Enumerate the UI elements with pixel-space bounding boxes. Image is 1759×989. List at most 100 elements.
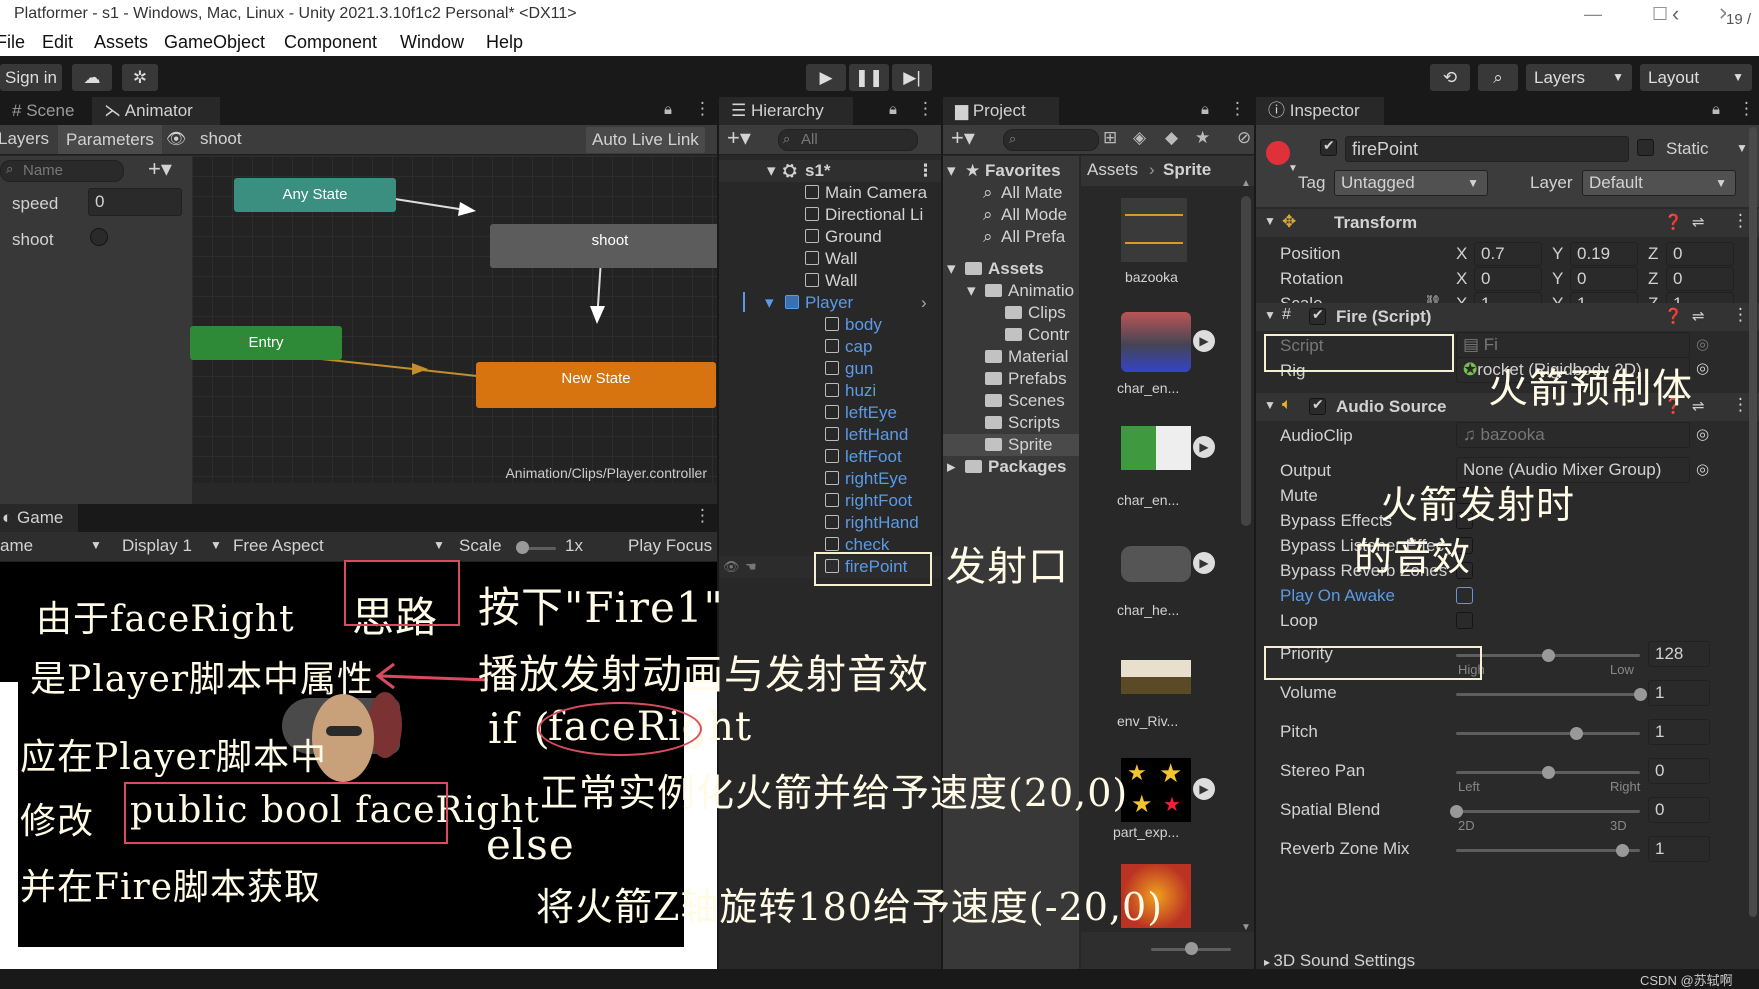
kebab-menu-icon[interactable]: ⋮ xyxy=(1738,99,1755,119)
layers-tab[interactable]: Layers xyxy=(0,129,49,149)
menu-gameobject[interactable]: GameObject xyxy=(164,28,265,56)
cloud-icon[interactable]: ☁ xyxy=(72,64,112,91)
stereo-pan-slider-knob[interactable] xyxy=(1542,766,1555,779)
audio-source-enabled-checkbox[interactable]: ✔ xyxy=(1309,396,1326,415)
menu-component[interactable]: Component xyxy=(284,28,377,56)
spatial-blend-slider-track[interactable] xyxy=(1456,810,1640,813)
layout-dropdown[interactable]: Layout ▼ xyxy=(1640,64,1752,91)
auto-live-link-button[interactable]: Auto Live Link xyxy=(586,127,705,153)
help-icon[interactable]: ❓ xyxy=(1664,307,1683,325)
add-parameter-button[interactable]: +▾ xyxy=(148,156,172,182)
static-checkbox[interactable] xyxy=(1637,139,1654,156)
favorite-star-icon[interactable]: ★ xyxy=(1195,128,1210,148)
tag-dropdown[interactable]: Untagged ▼ xyxy=(1334,170,1488,196)
hierarchy-row[interactable]: Wall xyxy=(719,248,941,270)
priority-value-input[interactable]: 128 xyxy=(1648,641,1710,667)
tab-game[interactable]: ◐ Game xyxy=(0,504,78,532)
kebab-menu-icon[interactable]: ⋮ xyxy=(694,506,711,526)
aspect-dropdown[interactable]: Free Aspect xyxy=(233,536,324,556)
transform-rotation-y[interactable]: 0 xyxy=(1570,267,1638,291)
hierarchy-row[interactable]: Wall xyxy=(719,270,941,292)
object-picker-icon[interactable]: ◎ xyxy=(1696,460,1709,478)
pause-button[interactable]: ❚❚ xyxy=(849,64,889,91)
create-asset-button[interactable]: +▾ xyxy=(951,125,975,151)
favorite-row[interactable]: ⌕ All Prefa xyxy=(943,226,1079,248)
hidden-packages-icon[interactable]: ⊘ xyxy=(1237,128,1251,148)
kebab-menu-icon[interactable]: ⋮ xyxy=(1732,395,1749,415)
parameters-tab[interactable]: Parameters xyxy=(58,125,162,154)
pick-hand-icon[interactable]: ☚ xyxy=(745,556,757,578)
scroll-down-icon[interactable]: ▼ xyxy=(1241,922,1251,933)
folder-row[interactable]: Contr xyxy=(943,324,1079,346)
tab-project[interactable]: ▆ Project xyxy=(943,97,1059,125)
thumbnail-char-hero[interactable] xyxy=(1121,546,1191,582)
sign-in-button[interactable]: Sign in xyxy=(0,64,62,91)
asset-grid-scrollbar[interactable] xyxy=(1241,196,1251,526)
node-shoot[interactable]: shoot xyxy=(490,224,717,268)
project-search-input[interactable] xyxy=(1003,129,1099,151)
presets-icon[interactable]: ⇌ xyxy=(1692,213,1705,231)
history-icon[interactable]: ⟲ xyxy=(1430,64,1470,91)
fire-script-enabled-checkbox[interactable]: ✔ xyxy=(1309,306,1326,325)
tag-icon[interactable]: ◆ xyxy=(1165,128,1178,148)
hierarchy-row[interactable]: cap xyxy=(719,336,941,358)
folder-row[interactable]: Scenes xyxy=(943,390,1079,412)
kebab-menu-icon[interactable]: ⋮ xyxy=(1732,305,1749,325)
display-dropdown[interactable]: Display 1 xyxy=(122,536,192,556)
tab-inspector[interactable]: ⓘ Inspector xyxy=(1256,97,1384,125)
kebab-menu-icon[interactable]: ⋮ xyxy=(917,160,934,182)
hierarchy-row[interactable]: leftEye xyxy=(719,402,941,424)
parameter-speed-input[interactable]: 0 xyxy=(88,188,182,216)
collab-icon[interactable]: ✲ xyxy=(122,64,158,91)
hierarchy-row[interactable]: huzi xyxy=(719,380,941,402)
node-any-state[interactable]: Any State xyxy=(234,178,396,212)
chevron-down-icon[interactable]: ▼ xyxy=(1736,141,1748,155)
kebab-menu-icon[interactable]: ⋮ xyxy=(694,99,711,119)
presets-icon[interactable]: ⇌ xyxy=(1692,397,1705,415)
tab-hierarchy[interactable]: ☰ Hierarchy xyxy=(719,97,853,125)
sound-3d-settings-foldout[interactable]: ▸ 3D Sound Settings xyxy=(1264,951,1415,969)
transform-header[interactable]: ▼ ✥ Transform ❓ ⇌ ⋮ xyxy=(1256,209,1759,237)
gameobject-red-icon[interactable] xyxy=(1266,141,1290,165)
menu-file[interactable]: File xyxy=(0,28,25,56)
tab-animator[interactable]: ⋋ Animator xyxy=(92,97,220,125)
active-checkbox[interactable]: ✔ xyxy=(1320,137,1337,156)
object-picker-icon[interactable]: ◎ xyxy=(1696,359,1709,377)
fire-script-header[interactable]: ▼ # ✔ Fire (Script) ❓ ⇌ ⋮ xyxy=(1256,303,1759,331)
breadcrumb-assets[interactable]: Assets xyxy=(1087,160,1138,180)
object-picker-icon[interactable]: ◎ xyxy=(1696,425,1709,443)
favorite-row[interactable]: ⌕ All Mate xyxy=(943,182,1079,204)
folder-row[interactable]: Material xyxy=(943,346,1079,368)
menu-help[interactable]: Help xyxy=(486,28,523,56)
pitch-slider-knob[interactable] xyxy=(1570,727,1583,740)
audioclip-field[interactable]: ♫ bazooka xyxy=(1456,422,1690,448)
volume-slider-track[interactable] xyxy=(1456,693,1640,696)
hierarchy-search-input[interactable]: All xyxy=(778,129,918,151)
transform-rotation-z[interactable]: 0 xyxy=(1666,267,1734,291)
folder-row[interactable]: Clips xyxy=(943,302,1079,324)
minimize-icon[interactable]: — xyxy=(1584,0,1602,28)
folder-row[interactable]: Prefabs xyxy=(943,368,1079,390)
hierarchy-row[interactable]: Ground xyxy=(719,226,941,248)
volume-value-input[interactable]: 1 xyxy=(1648,680,1710,706)
pitch-value-input[interactable]: 1 xyxy=(1648,719,1710,745)
search-by-type-icon[interactable]: ⊞ xyxy=(1103,128,1117,148)
hierarchy-row-player[interactable]: ▾ Player › xyxy=(719,292,941,314)
scale-slider-knob[interactable] xyxy=(516,541,529,554)
add-gameobject-button[interactable]: +▾ xyxy=(727,125,751,151)
kebab-menu-icon[interactable]: ⋮ xyxy=(1229,99,1246,119)
menu-edit[interactable]: Edit xyxy=(42,28,73,56)
scene-row[interactable]: ▾ ⛭ s1* ⋮ xyxy=(719,160,941,182)
volume-slider-knob[interactable] xyxy=(1634,688,1647,701)
play-preview-icon[interactable]: ▶ xyxy=(1193,436,1215,458)
packages-row[interactable]: ▸ Packages xyxy=(943,456,1079,478)
back-chevron-icon[interactable]: ‹ xyxy=(1672,0,1679,28)
breadcrumb-shoot[interactable]: shoot xyxy=(200,129,242,149)
folder-row[interactable]: Scripts xyxy=(943,412,1079,434)
transform-position-x[interactable]: 0.7 xyxy=(1474,242,1542,266)
animator-graph[interactable]: Any State shoot Entry New State Animatio… xyxy=(190,156,717,483)
transform-position-y[interactable]: 0.19 xyxy=(1570,242,1638,266)
thumbnail-env-river[interactable] xyxy=(1121,660,1191,694)
lock-icon[interactable]: 🔒︎ xyxy=(1712,101,1720,118)
presets-icon[interactable]: ⇌ xyxy=(1692,307,1705,325)
